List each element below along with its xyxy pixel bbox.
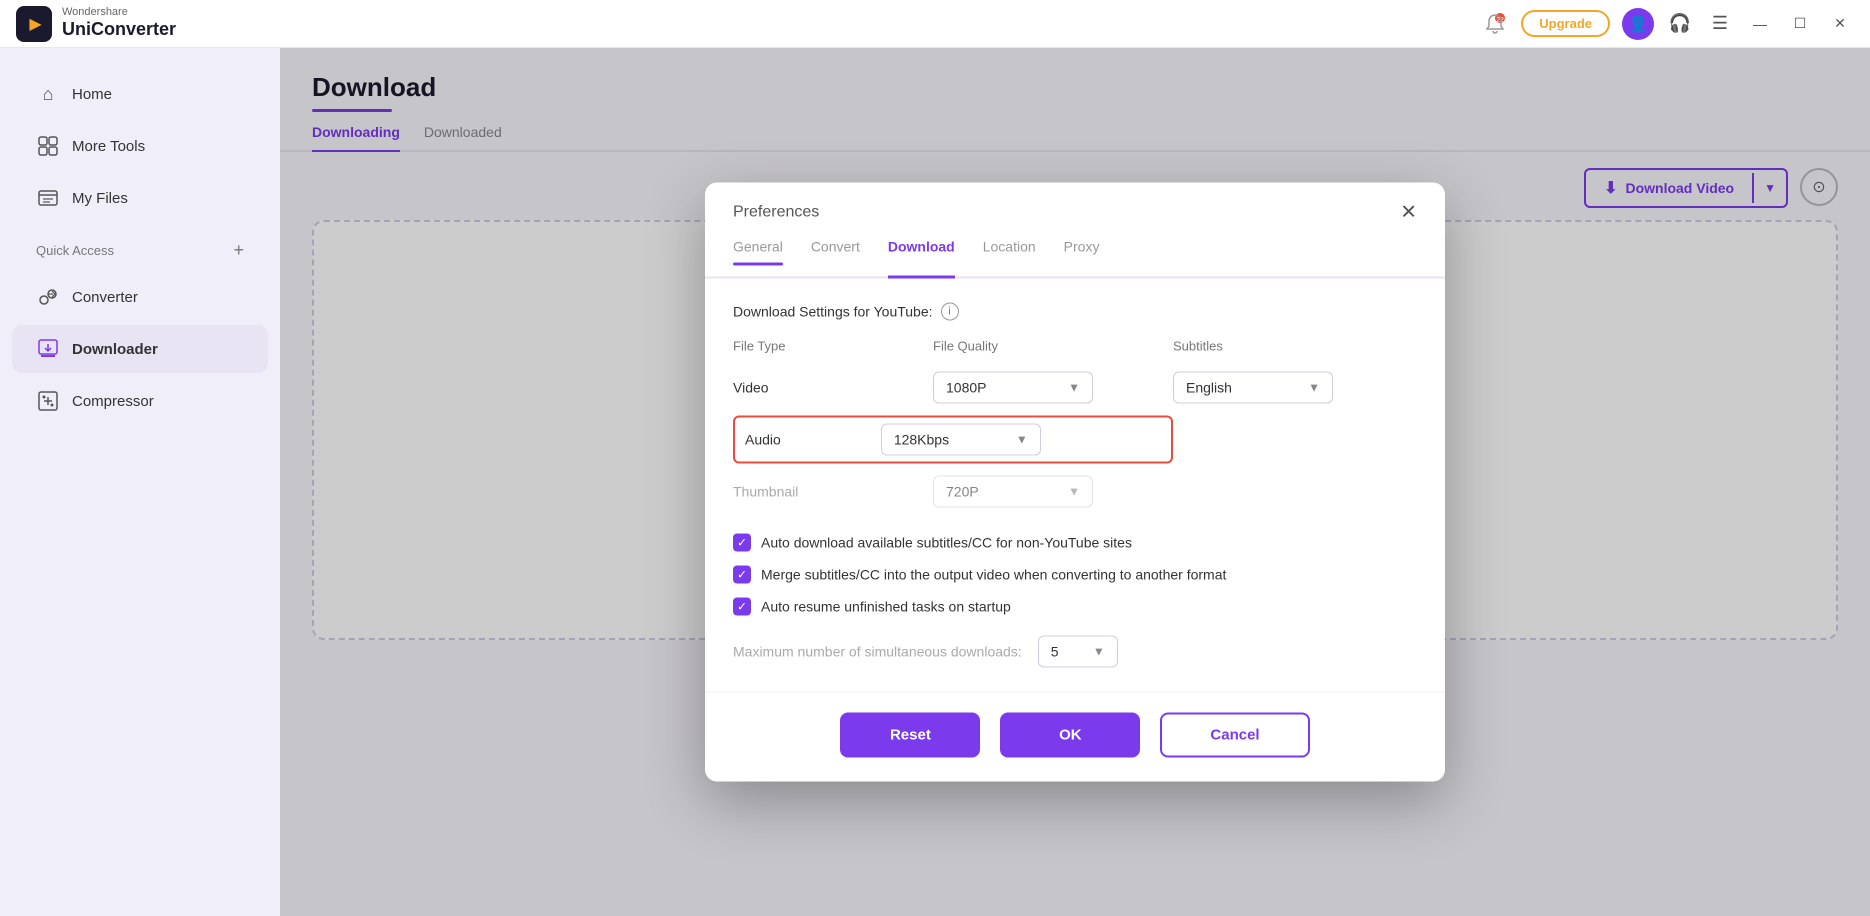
audio-row-highlight: Audio 128Kbps ▼ [733,416,1173,464]
brand-large: UniConverter [62,19,176,41]
checkbox-auto-resume: Auto resume unfinished tasks on startup [733,598,1417,616]
user-avatar[interactable]: 👤 [1622,8,1654,40]
sidebar-item-my-files[interactable]: My Files [12,174,268,222]
reset-button[interactable]: Reset [840,713,980,758]
titlebar-right: 22 Upgrade 👤 🎧 ☰ — ☐ ✕ [1481,8,1854,40]
maximize-button[interactable]: ☐ [1786,10,1814,38]
dialog-tab-convert[interactable]: Convert [811,239,860,279]
max-downloads-label: Maximum number of simultaneous downloads… [733,644,1022,660]
dialog-tab-proxy[interactable]: Proxy [1064,239,1100,279]
my-files-icon [36,186,60,210]
video-quality-dropdown[interactable]: 1080P ▼ [933,372,1093,404]
converter-icon [36,285,60,309]
subtitles-video-select[interactable]: English ▼ [1173,364,1393,412]
compressor-icon [36,389,60,413]
dialog-title: Preferences [733,204,819,222]
col-header-file-type: File Type [733,339,933,364]
downloader-icon [36,337,60,361]
upgrade-button[interactable]: Upgrade [1521,10,1610,37]
headset-icon[interactable]: 🎧 [1666,10,1694,38]
sidebar-item-home[interactable]: ⌂ Home [12,70,268,118]
dialog-header: Preferences ✕ [705,183,1445,223]
titlebar: Wondershare UniConverter 22 Upgrade 👤 🎧 … [0,0,1870,48]
brand-small: Wondershare [62,6,176,19]
checkbox-group: Auto download available subtitles/CC for… [733,534,1417,616]
sidebar-item-more-tools[interactable]: More Tools [12,122,268,170]
quality-thumbnail-select[interactable]: 720P ▼ [933,468,1173,516]
file-type-video: Video [733,364,933,412]
audio-quality-dropdown[interactable]: 128Kbps ▼ [881,424,1041,456]
sidebar-item-home-label: Home [72,86,112,103]
cancel-button[interactable]: Cancel [1160,713,1309,758]
subtitle-dropdown[interactable]: English ▼ [1173,372,1333,404]
col-header-file-quality: File Quality [933,339,1173,364]
file-type-thumbnail: Thumbnail [733,468,933,516]
dialog-close-button[interactable]: ✕ [1400,203,1417,223]
checkbox-auto-resume-input[interactable] [733,598,751,616]
max-downloads-chevron: ▼ [1093,645,1105,659]
ok-button[interactable]: OK [1000,713,1140,758]
thumbnail-quality-chevron: ▼ [1068,485,1080,499]
sidebar-item-compressor-label: Compressor [72,393,154,410]
dialog-tab-download[interactable]: Download [888,239,955,279]
checkbox-merge-subtitles: Merge subtitles/CC into the output video… [733,566,1417,584]
max-downloads-row: Maximum number of simultaneous downloads… [733,636,1417,668]
sidebar-item-converter[interactable]: Converter [12,273,268,321]
dialog-tab-location[interactable]: Location [983,239,1036,279]
sidebar-item-downloader-label: Downloader [72,341,158,358]
audio-quality-chevron: ▼ [1016,433,1028,447]
dialog-footer: Reset OK Cancel [705,692,1445,782]
titlebar-left: Wondershare UniConverter [16,6,176,42]
home-icon: ⌂ [36,82,60,106]
minimize-button[interactable]: — [1746,10,1774,38]
max-downloads-dropdown[interactable]: 5 ▼ [1038,636,1118,668]
preferences-dialog: Preferences ✕ General Convert Download L… [705,183,1445,782]
app-title-block: Wondershare UniConverter [62,6,176,41]
col-header-subtitles: Subtitles [1173,339,1393,364]
app-logo [16,6,52,42]
section-title: Download Settings for YouTube: i [733,303,1417,321]
subtitles-thumbnail [1173,468,1393,516]
menu-icon[interactable]: ☰ [1706,10,1734,38]
close-window-button[interactable]: ✕ [1826,10,1854,38]
content-area: Download Downloading Downloaded ⬇ Downlo… [280,48,1870,916]
notification-icon[interactable]: 22 [1481,10,1509,38]
quality-video-select[interactable]: 1080P ▼ [933,364,1173,412]
quick-access-section: Quick Access + [12,232,268,269]
dialog-body: Download Settings for YouTube: i File Ty… [705,279,1445,692]
sidebar-item-converter-label: Converter [72,289,138,306]
subtitle-chevron: ▼ [1308,381,1320,395]
video-quality-chevron: ▼ [1068,381,1080,395]
subtitles-audio [1173,412,1393,468]
thumbnail-quality-dropdown[interactable]: 720P ▼ [933,476,1093,508]
quick-access-add-button[interactable]: + [233,240,244,261]
more-tools-icon [36,134,60,158]
main-layout: ⌂ Home More Tools [0,48,1870,916]
sidebar-item-compressor[interactable]: Compressor [12,377,268,425]
dialog-tabs: General Convert Download Location Proxy [705,227,1445,279]
sidebar: ⌂ Home More Tools [0,48,280,916]
quick-access-label: Quick Access [36,243,114,258]
checkbox-merge-subtitles-input[interactable] [733,566,751,584]
info-icon[interactable]: i [941,303,959,321]
checkbox-auto-subtitles-input[interactable] [733,534,751,552]
sidebar-item-downloader[interactable]: Downloader [12,325,268,373]
dialog-tab-general[interactable]: General [733,239,783,279]
sidebar-item-more-tools-label: More Tools [72,138,145,155]
checkbox-auto-subtitles: Auto download available subtitles/CC for… [733,534,1417,552]
sidebar-item-my-files-label: My Files [72,190,128,207]
file-type-audio: Audio [745,432,781,448]
